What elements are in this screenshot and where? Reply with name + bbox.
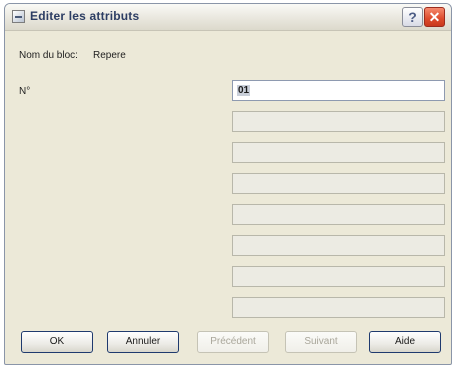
attribute-field-7 [232,266,445,287]
edit-attributes-dialog: Editer les attributs ? ✕ Nom du bloc: Re… [4,3,452,365]
attribute-field-2 [232,111,445,132]
dialog-title: Editer les attributs [30,9,140,23]
previous-button[interactable]: Précédent [197,331,269,353]
title-bar[interactable]: Editer les attributs ? ✕ [5,4,451,31]
help-button[interactable]: Aide [369,331,441,353]
attribute-field-4 [232,173,445,194]
title-help-button[interactable]: ? [402,7,423,27]
next-button[interactable]: Suivant [285,331,357,353]
attribute-field-6 [232,235,445,256]
cancel-button[interactable]: Annuler [107,331,179,353]
block-name-label: Nom du bloc: [19,50,78,61]
block-name-value: Repere [93,50,126,61]
attribute-field-8 [232,297,445,318]
app-icon [12,10,25,23]
close-icon: ✕ [428,9,441,25]
close-button[interactable]: ✕ [424,7,445,27]
attribute-value-1: 01 [237,85,251,96]
question-mark-icon: ? [408,9,417,25]
ok-button[interactable]: OK [21,331,93,353]
attribute-field-3 [232,142,445,163]
attribute-field-5 [232,204,445,225]
attribute-field-1[interactable]: 01 [232,80,445,101]
attribute-label-1: N° [19,86,31,97]
